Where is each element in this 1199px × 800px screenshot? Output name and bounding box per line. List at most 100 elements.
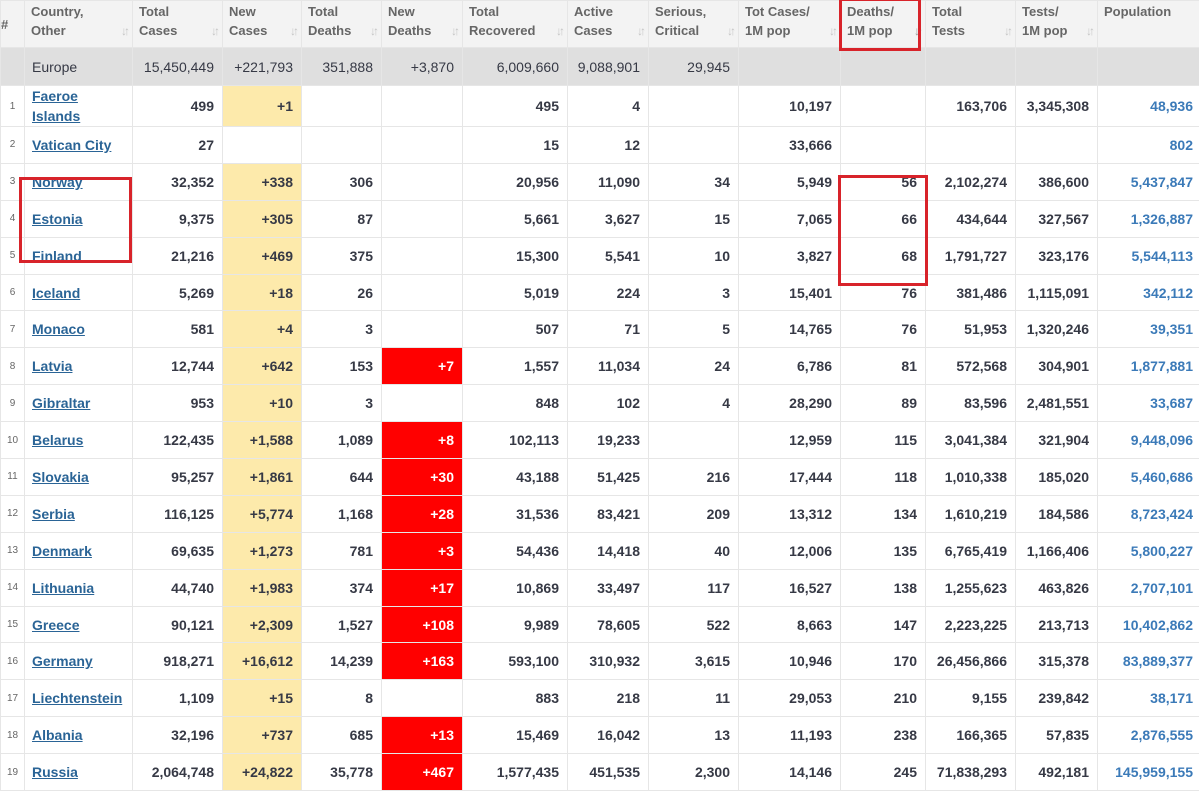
population-link[interactable]: 5,544,113: [1097, 236, 1199, 275]
total-deaths: 14,239: [301, 642, 382, 681]
country-cell[interactable]: Estonia: [24, 199, 133, 238]
population-link[interactable]: 10,402,862: [1097, 605, 1199, 644]
country-cell[interactable]: Vatican City: [24, 126, 133, 164]
country-cell[interactable]: Norway: [24, 162, 133, 201]
population-link[interactable]: 5,800,227: [1097, 531, 1199, 570]
header-col-total-cases[interactable]: Total Cases ↓↑: [132, 0, 223, 48]
country-cell[interactable]: Albania: [24, 716, 133, 755]
total-recovered: 31,536: [462, 494, 568, 533]
sort-icon[interactable]: ↓↑: [727, 22, 736, 41]
sort-icon[interactable]: ↓↑: [290, 22, 299, 41]
country-cell[interactable]: Denmark: [24, 531, 133, 570]
region-total-deaths: 351,888: [301, 47, 382, 86]
sort-icon[interactable]: ↓↑: [121, 22, 130, 41]
population-link[interactable]: 83,889,377: [1097, 642, 1199, 681]
new-deaths: [381, 679, 463, 718]
population-link[interactable]: 33,687: [1097, 384, 1199, 423]
country-link[interactable]: Finland: [32, 248, 82, 264]
header-col-country[interactable]: Country, Other ↓↑: [24, 0, 133, 48]
country-link[interactable]: Greece: [32, 617, 79, 633]
active-cases: 218: [567, 679, 649, 718]
total-cases: 1,109: [132, 679, 223, 718]
header-col-new-deaths[interactable]: New Deaths ↓↑: [381, 0, 463, 48]
header-col-active-cases[interactable]: Active Cases ↓↑: [567, 0, 649, 48]
population-link[interactable]: 8,723,424: [1097, 494, 1199, 533]
serious-critical: [648, 421, 739, 460]
country-link[interactable]: Lithuania: [32, 580, 94, 596]
active-cases: 51,425: [567, 458, 649, 496]
country-link[interactable]: Estonia: [32, 211, 83, 227]
total-tests: 2,223,225: [925, 605, 1016, 644]
sort-icon[interactable]: ↓↑: [1004, 22, 1013, 41]
serious-critical: 15: [648, 199, 739, 238]
country-cell[interactable]: Latvia: [24, 347, 133, 386]
tests-per-1m: 239,842: [1015, 679, 1098, 718]
country-cell[interactable]: Slovakia: [24, 458, 133, 496]
cases-per-1m: 13,312: [738, 494, 841, 533]
sort-icon[interactable]: ↓↑: [370, 22, 379, 41]
country-link[interactable]: Belarus: [32, 432, 83, 448]
new-deaths: +3: [381, 531, 463, 570]
population-link[interactable]: 2,707,101: [1097, 568, 1199, 607]
sort-icon[interactable]: ↓↑: [1086, 22, 1095, 41]
total-deaths: 374: [301, 568, 382, 607]
country-cell[interactable]: Germany: [24, 642, 133, 681]
population-link[interactable]: 38,171: [1097, 679, 1199, 718]
sort-icon[interactable]: ↓↑: [637, 22, 646, 41]
header-col-cases-per-1m[interactable]: Tot Cases/ 1M pop ↓↑: [738, 0, 841, 48]
country-cell[interactable]: Belarus: [24, 421, 133, 460]
population-link[interactable]: 2,876,555: [1097, 716, 1199, 755]
population-link[interactable]: 5,437,847: [1097, 162, 1199, 201]
sort-icon[interactable]: ↓↑: [829, 22, 838, 41]
country-link[interactable]: Faeroe Islands: [32, 88, 80, 124]
deaths-per-1m: 76: [840, 310, 926, 349]
row-index: 6: [0, 273, 25, 312]
population-link[interactable]: 1,877,881: [1097, 347, 1199, 386]
population-link[interactable]: 342,112: [1097, 273, 1199, 312]
cases-per-1m: 12,006: [738, 531, 841, 570]
country-link[interactable]: Vatican City: [32, 137, 111, 153]
country-link[interactable]: Slovakia: [32, 469, 89, 485]
country-cell[interactable]: Faeroe Islands: [24, 85, 133, 127]
country-cell[interactable]: Monaco: [24, 310, 133, 349]
country-cell[interactable]: Finland: [24, 236, 133, 275]
header-col-serious-critical[interactable]: Serious, Critical ↓↑: [648, 0, 739, 48]
country-link[interactable]: Russia: [32, 764, 78, 780]
header-col-total-recovered[interactable]: Total Recovered ↓↑: [462, 0, 568, 48]
country-link[interactable]: Albania: [32, 727, 83, 743]
country-cell[interactable]: Lithuania: [24, 568, 133, 607]
active-cases: 16,042: [567, 716, 649, 755]
country-link[interactable]: Germany: [32, 653, 93, 669]
population-link[interactable]: 39,351: [1097, 310, 1199, 349]
country-cell[interactable]: Greece: [24, 605, 133, 644]
serious-critical: 216: [648, 458, 739, 496]
header-col-tests-per-1m[interactable]: Tests/ 1M pop ↓↑: [1015, 0, 1098, 48]
header-col-total-deaths[interactable]: Total Deaths ↓↑: [301, 0, 382, 48]
country-link[interactable]: Gibraltar: [32, 395, 90, 411]
country-cell[interactable]: Liechtenstein: [24, 679, 133, 718]
country-cell[interactable]: Iceland: [24, 273, 133, 312]
sort-icon[interactable]: ↓↑: [451, 22, 460, 41]
country-link[interactable]: Serbia: [32, 506, 75, 522]
population-link[interactable]: 9,448,096: [1097, 421, 1199, 460]
header-col-new-cases[interactable]: New Cases ↓↑: [222, 0, 302, 48]
sort-icon[interactable]: ↓↑: [556, 22, 565, 41]
country-link[interactable]: Norway: [32, 174, 83, 190]
country-cell[interactable]: Serbia: [24, 494, 133, 533]
country-link[interactable]: Iceland: [32, 285, 80, 301]
population-link[interactable]: 5,460,686: [1097, 458, 1199, 496]
population-link[interactable]: 1,326,887: [1097, 199, 1199, 238]
country-cell[interactable]: Russia: [24, 753, 133, 792]
header-col-total-tests[interactable]: Total Tests ↓↑: [925, 0, 1016, 48]
country-link[interactable]: Liechtenstein: [32, 690, 122, 706]
header-col-deaths-per-1m[interactable]: Deaths/ 1M pop ↓↑: [840, 0, 926, 48]
country-link[interactable]: Denmark: [32, 543, 92, 559]
country-link[interactable]: Monaco: [32, 321, 85, 337]
population-link[interactable]: 145,959,155: [1097, 753, 1199, 792]
country-link[interactable]: Latvia: [32, 358, 72, 374]
population-link[interactable]: 802: [1097, 126, 1199, 164]
sort-icon[interactable]: ↓↑: [211, 22, 220, 41]
sort-ascending-icon[interactable]: ↓↑: [914, 22, 923, 41]
country-cell[interactable]: Gibraltar: [24, 384, 133, 423]
population-link[interactable]: 48,936: [1097, 85, 1199, 127]
